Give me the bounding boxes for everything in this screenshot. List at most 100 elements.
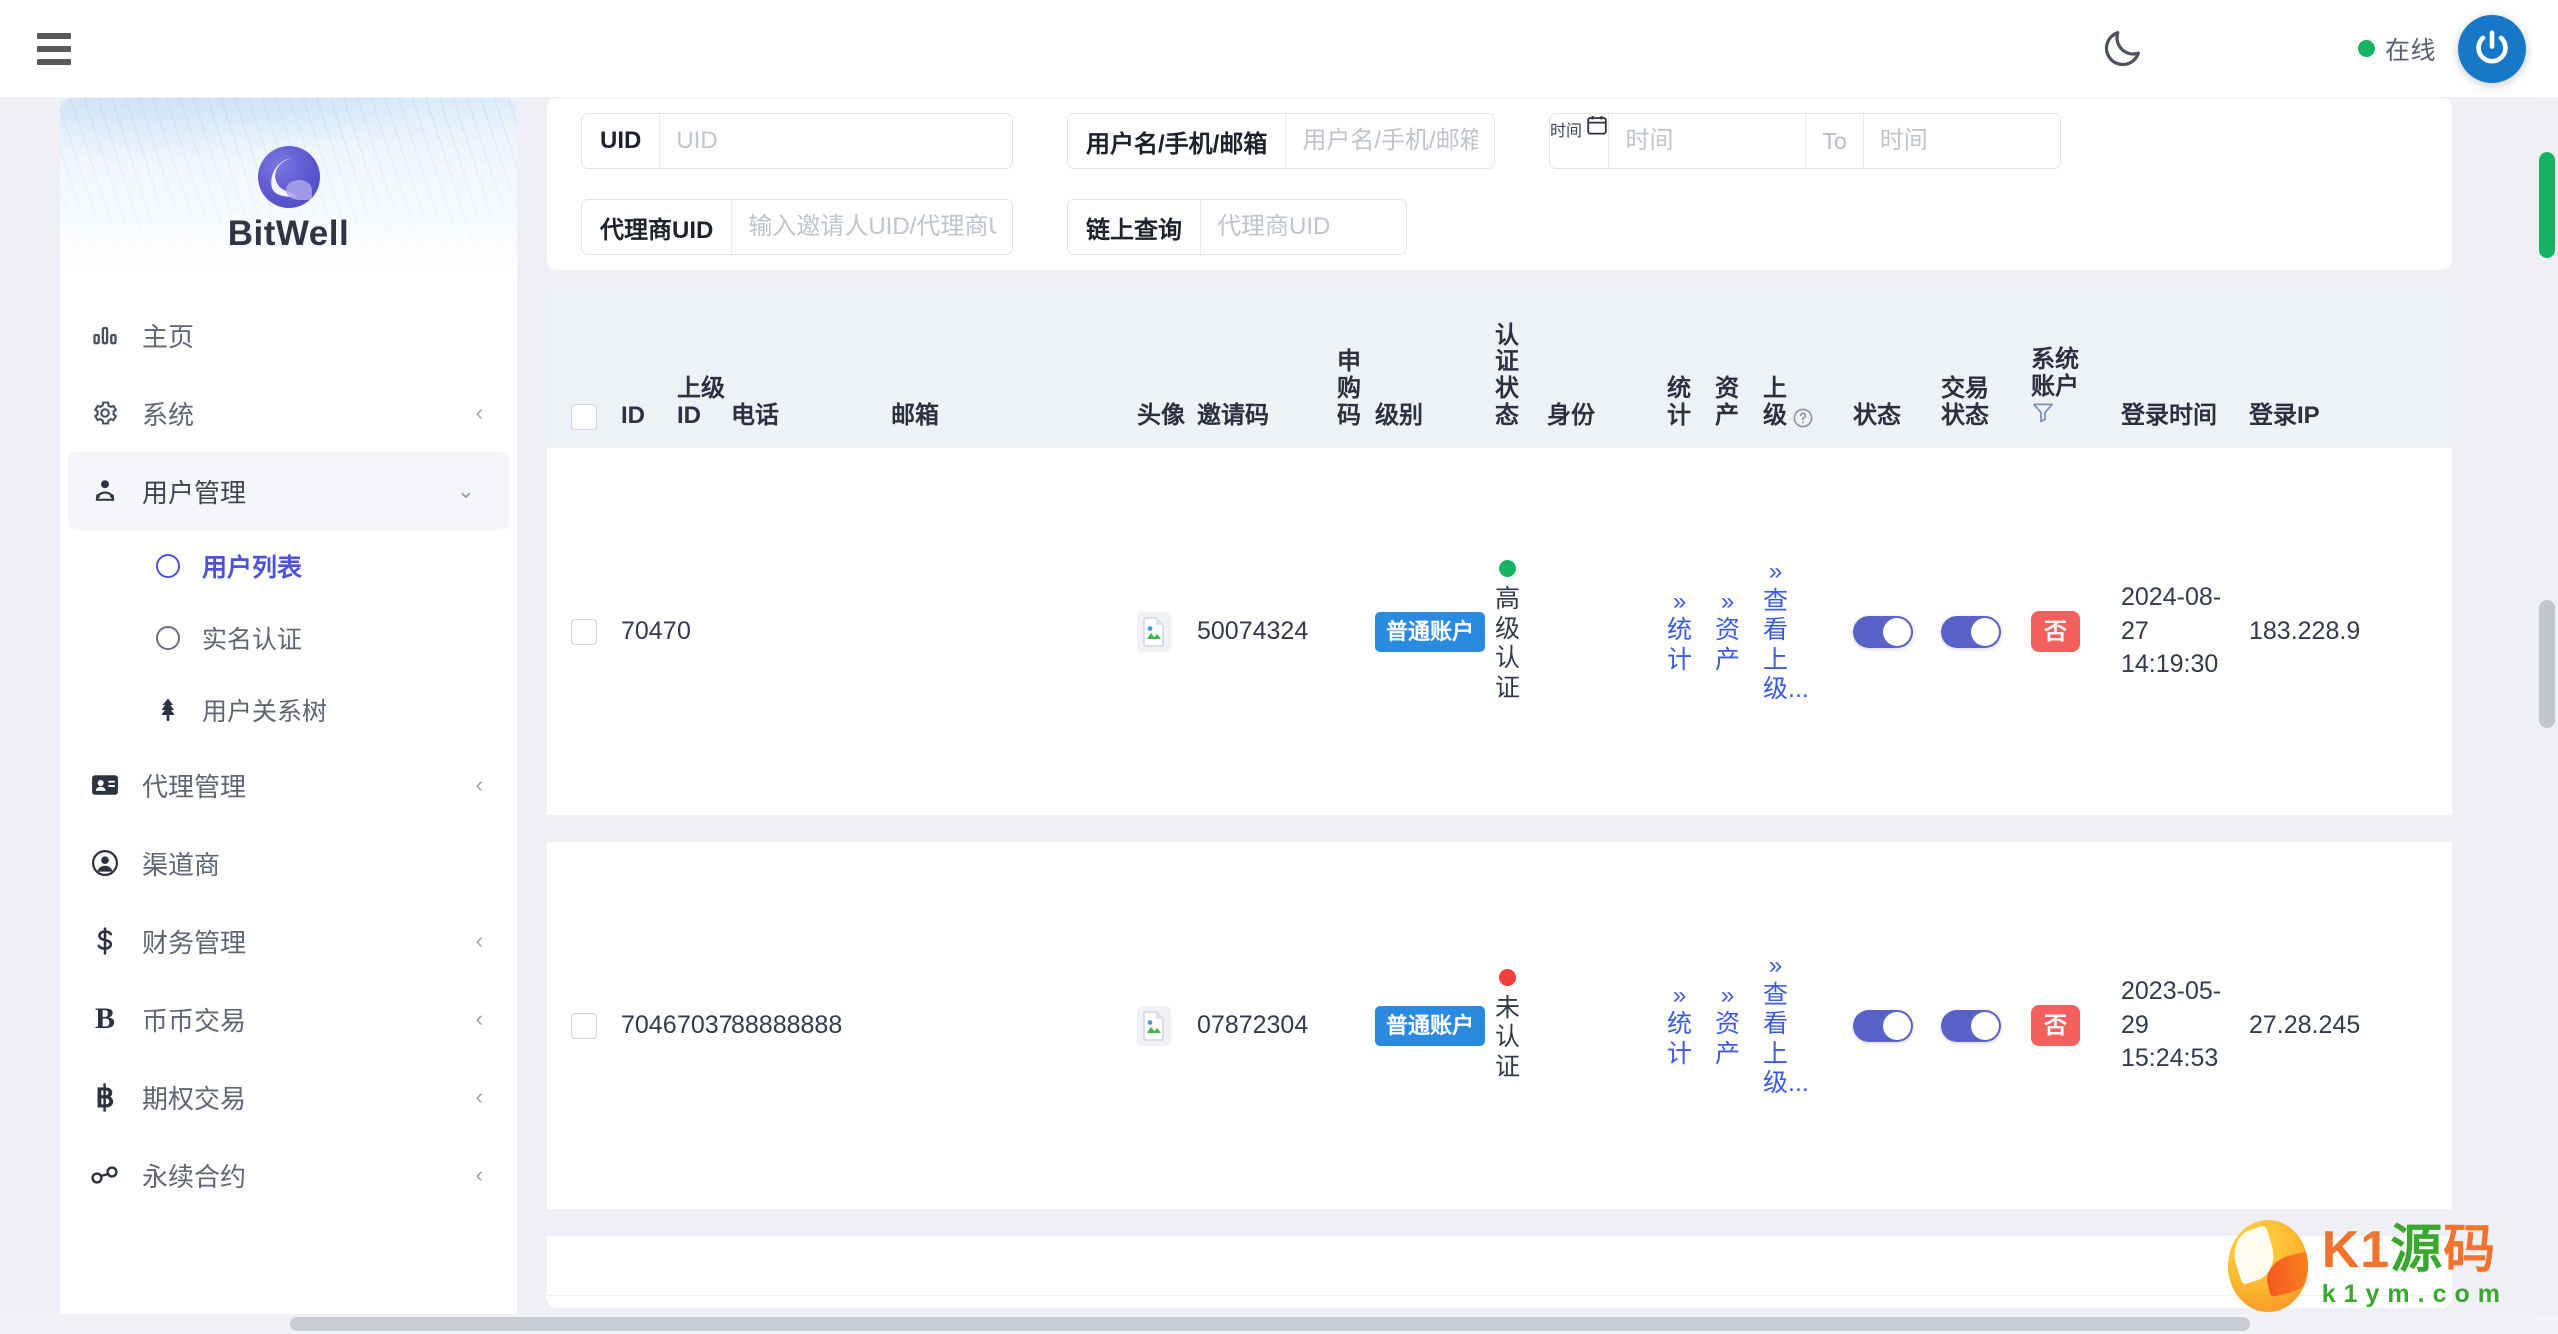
sidebar-item-option-trade[interactable]: ฿ 期权交易 ‹ [60, 1058, 517, 1136]
time-range-field[interactable]: 时间 To [1549, 113, 2061, 169]
stats-link-label: 统计 [1667, 616, 1692, 675]
table-row[interactable]: 7046 7037 88888888 07872304 普通账户 [547, 842, 2452, 1210]
column-header-parent: 上级 [1763, 376, 1853, 430]
cell-stats-link[interactable]: »统计 [1667, 982, 1715, 1069]
user-circle-icon [82, 849, 128, 877]
double-chevron-icon: » [1763, 952, 1788, 980]
username-input[interactable] [1286, 114, 1494, 168]
filter-row-1: UID 用户名/手机/邮箱 时间 To [581, 98, 2418, 184]
sidebar-item-label: 系统 [142, 395, 476, 432]
sidebar-item-user-list[interactable]: 用户列表 [60, 530, 517, 602]
cell-status-toggle[interactable] [1853, 1010, 1941, 1042]
watermark-logo-icon [2228, 1220, 2308, 1312]
horizontal-scrollbar-thumb[interactable] [290, 1317, 2250, 1331]
parent-link-label: 查看上级... [1763, 587, 1788, 705]
letter-b-icon: B [82, 1002, 128, 1036]
status-toggle[interactable] [1853, 616, 1913, 648]
table-row[interactable] [547, 1236, 2452, 1296]
column-header-parent-id: 上级ID [677, 376, 731, 430]
agent-uid-label: 代理商UID [582, 200, 732, 254]
cell-assets-link[interactable]: »资产 [1715, 982, 1763, 1069]
time-label-text: 时间 [1550, 123, 1582, 140]
chain-query-field[interactable]: 链上查询 [1067, 199, 1407, 255]
status-toggle[interactable] [1853, 1010, 1913, 1042]
trade-status-toggle[interactable] [1941, 616, 2001, 648]
cell-trade-toggle[interactable] [1941, 1010, 2031, 1042]
table-row[interactable]: 7047 0 50074324 普通账户 [547, 448, 2452, 816]
agent-uid-input[interactable] [732, 200, 1012, 254]
sidebar-item-real-name-auth[interactable]: 实名认证 [60, 602, 517, 674]
tree-icon [156, 697, 180, 723]
sidebar-item-finance-management[interactable]: 财务管理 ‹ [60, 902, 517, 980]
assets-link-label: 资产 [1715, 1010, 1740, 1069]
chain-query-input[interactable] [1201, 200, 1406, 254]
sidebar-item-coin-trade[interactable]: B 币币交易 ‹ [60, 980, 517, 1058]
calendar-icon [1586, 114, 1608, 136]
stats-link-label: 统计 [1667, 1010, 1692, 1069]
watermark-cn2: 码 [2443, 1221, 2496, 1279]
sidebar-item-label: 渠道商 [142, 845, 483, 882]
bar-chart-icon [82, 321, 128, 349]
brand-name: BitWell [60, 214, 517, 254]
time-start-input[interactable] [1609, 114, 1805, 168]
cell-avatar[interactable] [1137, 1006, 1197, 1046]
avatar[interactable] [2458, 15, 2526, 83]
column-header-login-time: 登录时间 [2121, 403, 2249, 430]
cell-trade-toggle[interactable] [1941, 616, 2031, 648]
sidebar-item-label: 期权交易 [142, 1079, 476, 1116]
moon-icon[interactable] [2086, 13, 2158, 85]
question-circle-icon[interactable] [1792, 407, 1814, 429]
circle-icon [156, 554, 180, 578]
bitcoin-icon: ฿ [82, 1080, 128, 1115]
watermark: K1源码 k1ym.com [2228, 1220, 2508, 1312]
sidebar-item-user-relation-tree[interactable]: 用户关系树 [60, 674, 517, 746]
watermark-k1: K1 [2322, 1221, 2390, 1279]
select-all-checkbox[interactable] [547, 404, 621, 430]
cell-stats-link[interactable]: »统计 [1667, 588, 1715, 675]
row-checkbox[interactable] [547, 1013, 621, 1039]
sidebar-item-system[interactable]: 系统 ‹ [60, 374, 517, 452]
cell-parent-link[interactable]: »查看上级... [1763, 558, 1853, 704]
uid-input[interactable] [660, 114, 1012, 168]
cell-parent-id: 7037 [677, 1010, 731, 1041]
agent-uid-field[interactable]: 代理商UID [581, 199, 1013, 255]
sidebar-item-channel-merchant[interactable]: 渠道商 [60, 824, 517, 902]
column-header-email: 邮箱 [891, 403, 1137, 430]
vertical-scrollbar-thumb-top[interactable] [2539, 152, 2555, 258]
sidebar-item-perpetual-contract[interactable]: 永续合约 ‹ [60, 1136, 517, 1214]
uid-field[interactable]: UID [581, 113, 1013, 169]
cell-system-account: 否 [2031, 1005, 2121, 1046]
hamburger-bar [37, 46, 71, 52]
cell-avatar[interactable] [1137, 612, 1197, 652]
cell-login-time: 2024-08-27 14:19:30 [2121, 581, 2249, 682]
system-account-badge: 否 [2031, 611, 2080, 652]
hamburger-icon[interactable] [28, 23, 80, 75]
column-header-phone: 电话 [731, 403, 891, 430]
time-end-input[interactable] [1864, 114, 2060, 168]
cell-status-toggle[interactable] [1853, 616, 1941, 648]
watermark-title: K1源码 [2322, 1224, 2508, 1276]
vertical-scrollbar-thumb[interactable] [2539, 600, 2555, 728]
funnel-icon[interactable] [2031, 401, 2055, 423]
cell-parent-link[interactable]: »查看上级... [1763, 952, 1853, 1098]
sidebar-item-label: 永续合约 [142, 1157, 476, 1194]
column-header-avatar: 头像 [1137, 403, 1197, 430]
cell-invite-code: 07872304 [1197, 1010, 1337, 1041]
column-header-assets: 资产 [1715, 376, 1763, 430]
column-header-invite-code: 邀请码 [1197, 403, 1337, 430]
cell-login-ip: 183.228.9 [2249, 616, 2389, 647]
broken-image-icon [1137, 612, 1171, 652]
row-checkbox[interactable] [547, 619, 621, 645]
time-label: 时间 [1550, 114, 1609, 168]
double-chevron-icon: » [1715, 588, 1740, 616]
row-separator [547, 816, 2452, 842]
sidebar-item-user-management[interactable]: 用户管理 ⌄ [68, 452, 509, 530]
sidebar-item-home[interactable]: 主页 [60, 296, 517, 374]
trade-status-toggle[interactable] [1941, 1010, 2001, 1042]
username-field[interactable]: 用户名/手机/邮箱 [1067, 113, 1495, 169]
hamburger-bar [37, 59, 71, 65]
cell-assets-link[interactable]: »资产 [1715, 588, 1763, 675]
sidebar-item-agent-management[interactable]: 代理管理 ‹ [60, 746, 517, 824]
link-icon [82, 1163, 128, 1187]
dollar-icon [82, 926, 128, 956]
